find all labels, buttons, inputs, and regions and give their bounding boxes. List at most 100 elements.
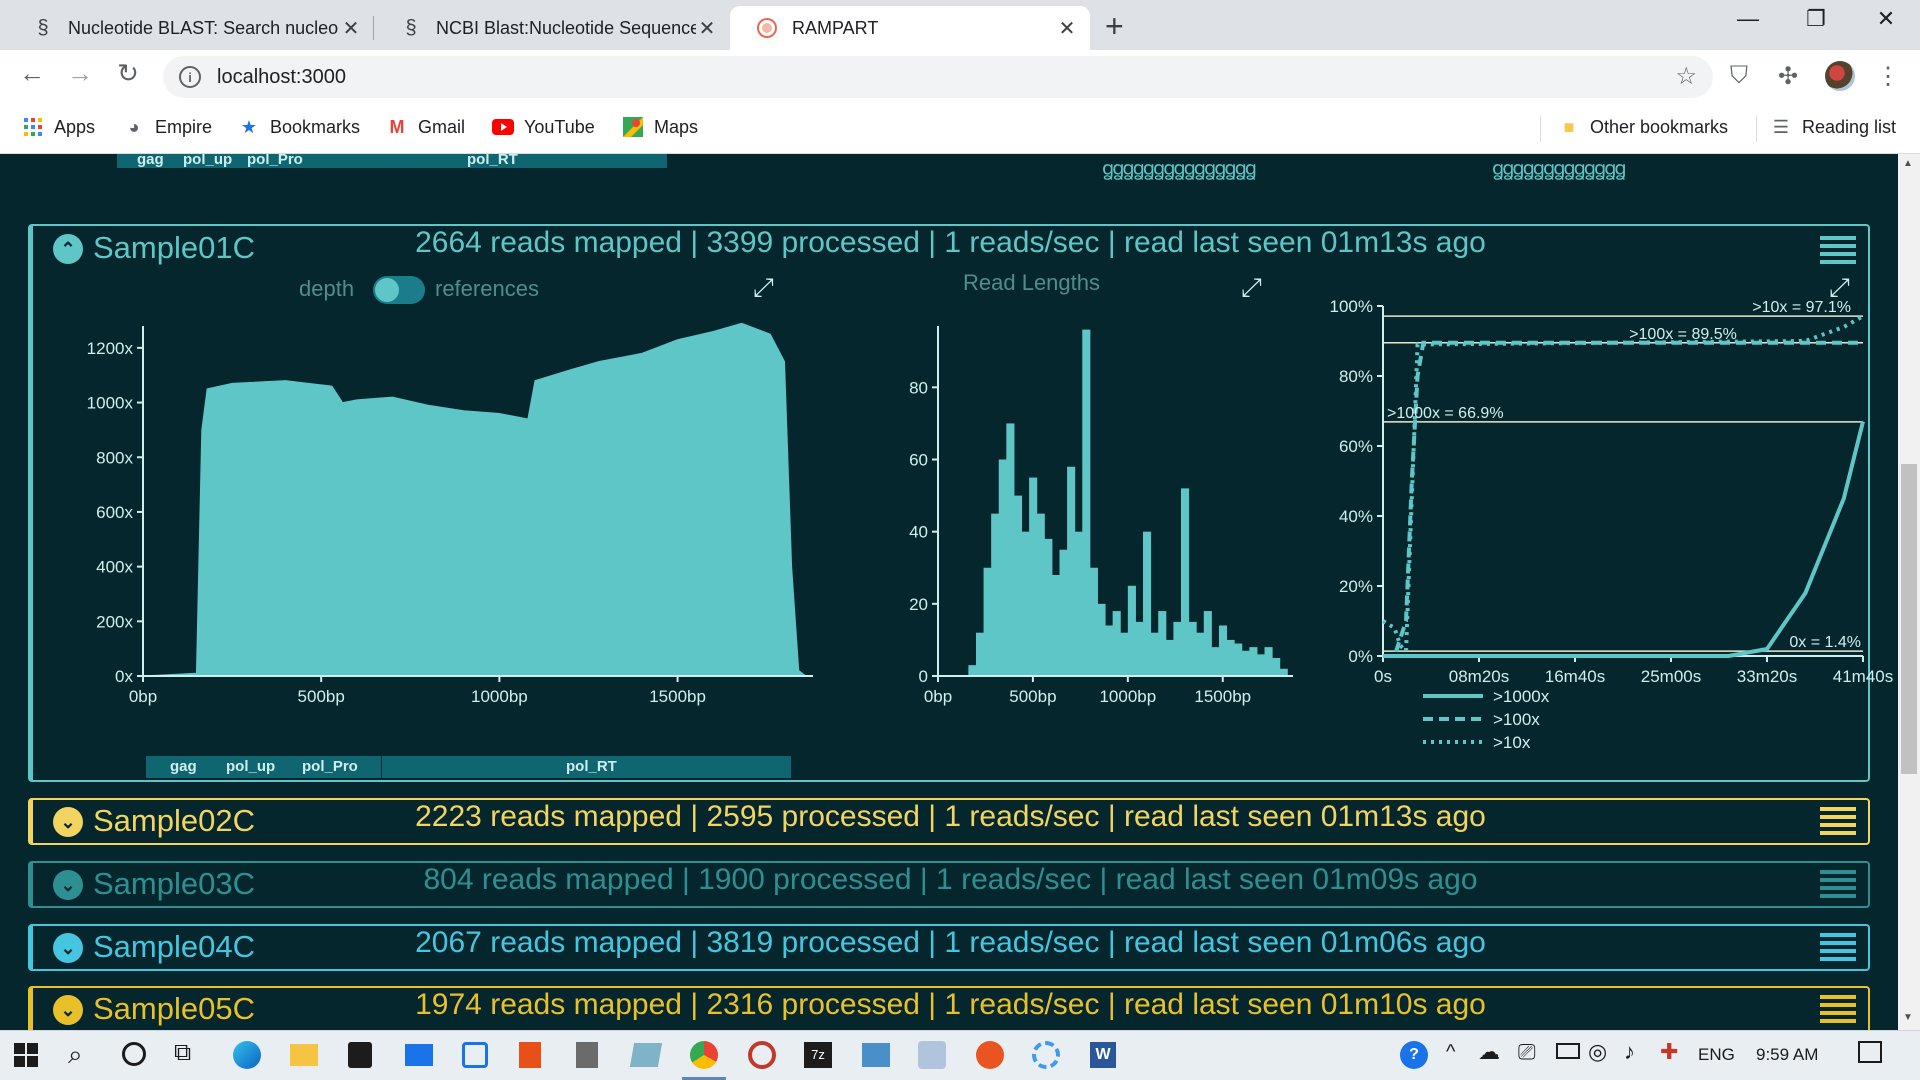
depth-references-toggle[interactable] [373, 276, 425, 304]
clock[interactable]: 9:59 AM [1756, 1045, 1818, 1065]
reading-list-button[interactable]: ☰ Reading list [1770, 116, 1896, 138]
puzzle-extensions-icon[interactable]: ✣ [1778, 62, 1798, 91]
forward-icon[interactable]: → [62, 58, 98, 89]
histogram-bar [1021, 531, 1030, 676]
chrome-icon[interactable] [690, 1041, 718, 1069]
bookmark-label: Other bookmarks [1590, 116, 1729, 137]
app-icon[interactable] [462, 1042, 488, 1068]
histogram-bar [1272, 657, 1281, 676]
histogram-bar [1036, 513, 1045, 676]
histogram-bar [1112, 611, 1121, 676]
sample-menu-icon[interactable] [1820, 236, 1856, 268]
file-explorer-icon[interactable] [290, 1044, 318, 1066]
y-tick-label: 20% [1339, 577, 1373, 596]
histogram-bar [1234, 643, 1243, 676]
cortana-icon[interactable] [122, 1042, 146, 1066]
onedrive-icon[interactable]: ☁ [1478, 1039, 1500, 1065]
histogram-bar [1051, 574, 1060, 676]
chevron-up-icon[interactable]: ^ [1446, 1041, 1455, 1064]
bookmark-label: YouTube [524, 116, 595, 137]
minimize-icon[interactable]: — [1728, 6, 1768, 32]
bookmark-apps[interactable]: Apps [22, 116, 95, 138]
scroll-up-arrow-icon[interactable]: ▲ [1903, 158, 1913, 169]
close-icon[interactable]: ✕ [1056, 16, 1078, 41]
word-icon[interactable]: W [1090, 1042, 1116, 1068]
calculator-icon[interactable] [576, 1042, 598, 1068]
remote-app-icon[interactable] [629, 1043, 663, 1067]
7zip-icon[interactable]: 7z [804, 1042, 832, 1068]
reload-icon[interactable]: ↻ [110, 58, 146, 89]
network-device-icon[interactable]: ⎚ [1518, 1039, 1536, 1065]
close-icon[interactable]: ✕ [696, 16, 718, 41]
globe-network-icon[interactable]: ◎ [1588, 1039, 1607, 1065]
address-bar[interactable]: i localhost:3000 ☆ [163, 56, 1713, 98]
read-lengths-title: Read Lengths [963, 270, 1100, 295]
window-close-icon[interactable]: ✕ [1866, 6, 1906, 32]
sample-menu-icon[interactable] [1820, 933, 1856, 965]
mail-icon[interactable] [405, 1044, 433, 1066]
y-tick-label: 600x [96, 503, 133, 522]
bookmark-other[interactable]: ■ Other bookmarks [1558, 116, 1729, 138]
battery-icon[interactable] [1556, 1043, 1580, 1059]
y-tick-label: 20 [909, 595, 928, 614]
bookmark-youtube[interactable]: YouTube [492, 116, 595, 138]
close-icon[interactable]: ✕ [340, 16, 362, 41]
edge-icon[interactable] [233, 1041, 261, 1069]
genome-annotation-track: gag pol_up pol_Pro pol_RT [117, 154, 667, 168]
bookmark-label: Gmail [418, 116, 466, 137]
sample-panel-sample02c[interactable]: ⌄ Sample02C 2223 reads mapped | 2595 pro… [28, 798, 1870, 845]
volume-icon[interactable]: ♪ [1624, 1039, 1635, 1065]
action-center-icon[interactable] [1858, 1041, 1882, 1063]
scrollbar-thumb[interactable] [1901, 464, 1917, 774]
sample-menu-icon[interactable] [1820, 995, 1856, 1027]
tab-rampart[interactable]: RAMPART ✕ [730, 6, 1090, 50]
sample-panel-sample04c[interactable]: ⌄ Sample04C 2067 reads mapped | 3819 pro… [28, 924, 1870, 971]
sample-menu-icon[interactable] [1820, 807, 1856, 839]
bookmark-gmail[interactable]: M Gmail [386, 116, 466, 138]
tab-ncbi-blast[interactable]: § NCBI Blast:Nucleotide Sequence ✕ [374, 6, 730, 50]
ubuntu-icon[interactable] [976, 1041, 1004, 1069]
folder-icon: ■ [1563, 116, 1575, 137]
app-icon[interactable] [1032, 1041, 1060, 1069]
expand-icon[interactable]: ⤢ [753, 272, 774, 304]
page-scrollbar[interactable]: ▲ ▼ [1898, 154, 1920, 1030]
histogram-bar [1165, 639, 1174, 676]
notification-app-icon[interactable]: ✚ [1660, 1039, 1678, 1065]
sample-panel-sample03c[interactable]: ⌄ Sample03C 804 reads mapped | 1900 proc… [28, 861, 1870, 908]
bookmark-bookmarks[interactable]: ★ Bookmarks [238, 116, 360, 138]
task-view-icon[interactable]: ⧉ [174, 1039, 191, 1067]
app-icon[interactable] [862, 1043, 890, 1067]
bookmark-divider [1756, 116, 1757, 142]
back-icon[interactable]: ← [14, 58, 50, 89]
expand-icon[interactable]: ⤢ [1241, 272, 1262, 304]
bookmark-empire[interactable]: ◕ Empire [123, 116, 212, 138]
more-menu-icon[interactable]: ⋮ [1876, 62, 1900, 91]
restore-icon[interactable]: ❐ [1796, 6, 1836, 32]
tab-blast-search[interactable]: § Nucleotide BLAST: Search nucleo ✕ [6, 6, 374, 50]
shield-extension-icon[interactable]: ⛉ [1730, 62, 1748, 90]
legend-label: >100x [1493, 710, 1540, 729]
language-indicator[interactable]: ENG [1698, 1045, 1735, 1065]
bookmark-star-icon[interactable]: ☆ [1675, 62, 1697, 91]
legend-label: >1000x [1493, 687, 1550, 706]
office-icon[interactable] [519, 1042, 541, 1068]
bookmark-maps[interactable]: Maps [622, 116, 698, 138]
search-icon[interactable]: ⌕ [68, 1039, 83, 1071]
new-tab-button[interactable]: + [1105, 8, 1124, 45]
x-tick-label: 1000bp [471, 687, 528, 706]
sample-panel-sample05c[interactable]: ⌄ Sample05C 1974 reads mapped | 2316 pro… [28, 986, 1870, 1030]
histogram-bar [1135, 621, 1144, 676]
sample-menu-icon[interactable] [1820, 870, 1856, 902]
app-icon[interactable] [748, 1041, 776, 1069]
url-text[interactable]: localhost:3000 [217, 66, 346, 89]
store-icon[interactable] [348, 1042, 372, 1068]
scroll-down-arrow-icon[interactable]: ▼ [1903, 1012, 1913, 1023]
profile-avatar[interactable] [1825, 61, 1855, 91]
histogram-bar [1264, 647, 1273, 676]
y-tick-label: 80% [1339, 367, 1373, 386]
x-tick-label: 1500bp [649, 687, 706, 706]
paint-icon[interactable] [918, 1041, 946, 1069]
site-info-icon[interactable]: i [179, 66, 201, 88]
windows-start-icon[interactable] [14, 1043, 38, 1072]
help-icon[interactable]: ? [1400, 1041, 1428, 1069]
